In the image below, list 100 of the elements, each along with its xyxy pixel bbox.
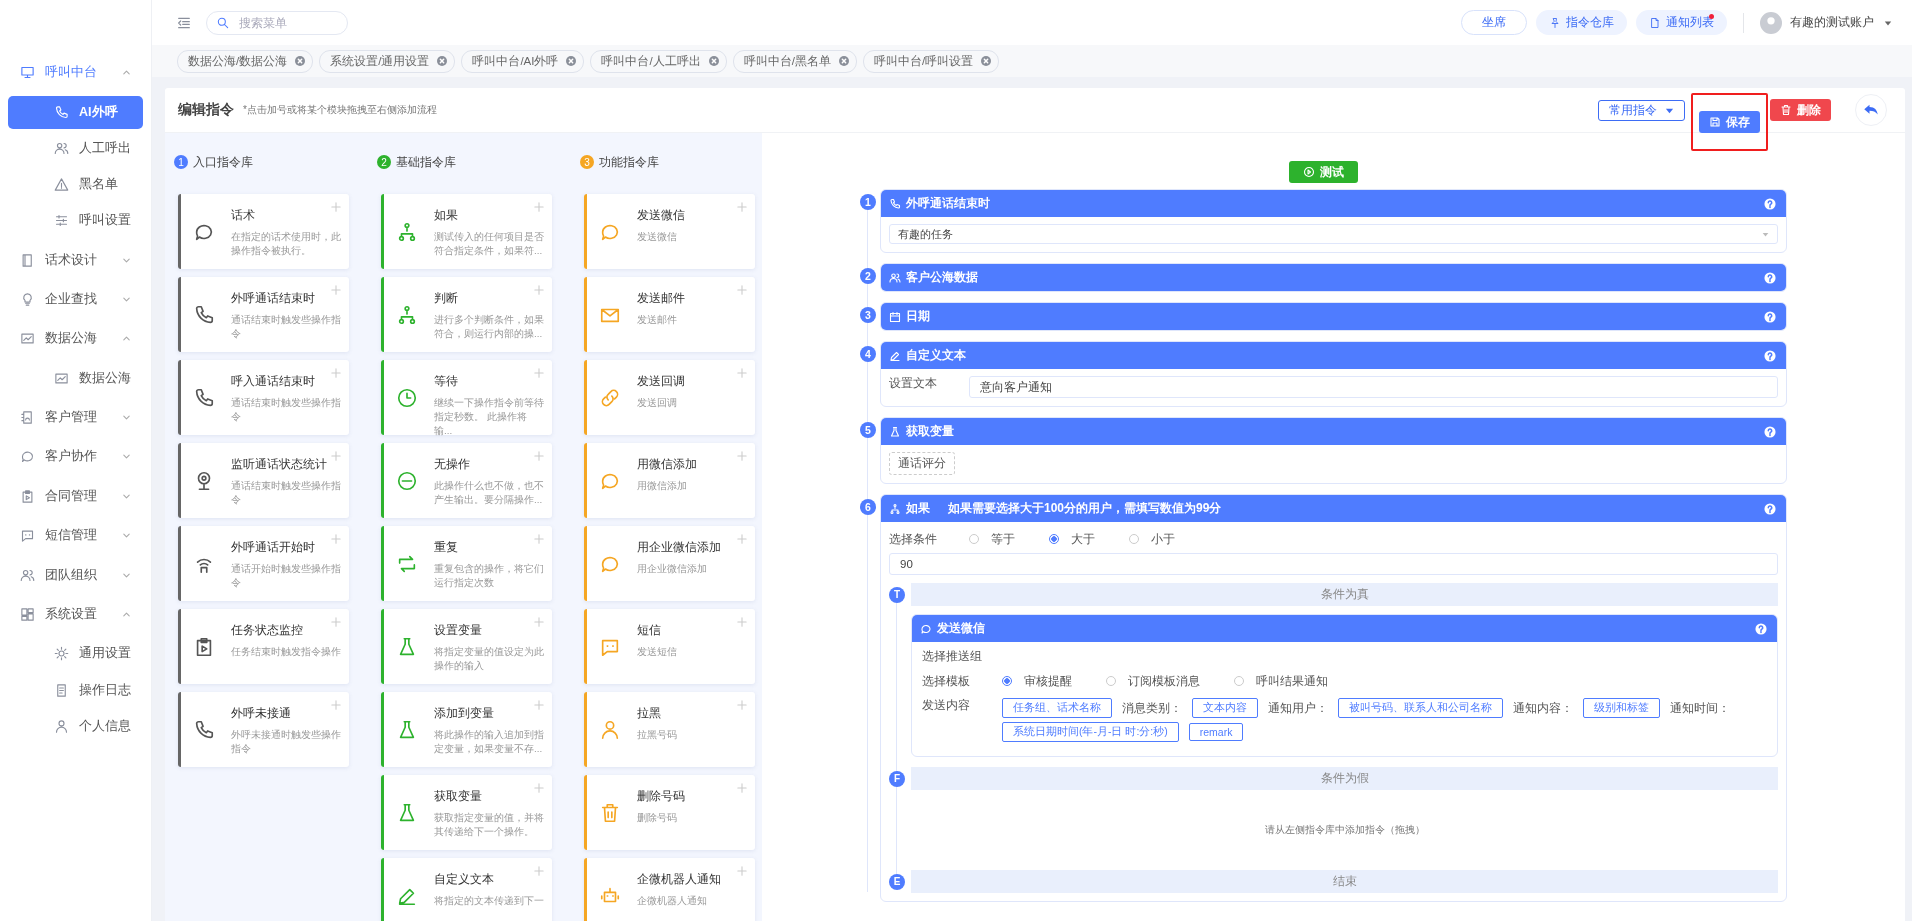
radio-button[interactable] (1002, 676, 1012, 686)
command-card[interactable]: 发送微信 发送微信 (584, 194, 755, 269)
plus-icon[interactable] (534, 368, 544, 378)
plus-icon[interactable] (331, 285, 341, 295)
plus-icon[interactable] (737, 783, 747, 793)
page-tab[interactable]: 数据公海/数据公海 (177, 49, 314, 73)
help-icon[interactable] (1764, 425, 1776, 438)
caret-icon[interactable] (1884, 18, 1892, 27)
command-card[interactable]: 如果 测试传入的任何项目是否符合指定条件，如果符... (381, 194, 552, 269)
help-icon[interactable] (1764, 502, 1776, 515)
plus-icon[interactable] (534, 700, 544, 710)
step-header[interactable]: 获取变量 (881, 418, 1786, 445)
step-header[interactable]: 外呼通话结束时 (881, 190, 1786, 217)
plus-icon[interactable] (534, 285, 544, 295)
header-button[interactable]: 指令仓库 (1536, 10, 1627, 35)
plus-icon[interactable] (331, 451, 341, 461)
help-icon[interactable] (1764, 197, 1776, 210)
plus-icon[interactable] (534, 534, 544, 544)
command-card[interactable]: 无操作 此操作什么也不做，也不产生输出。要分隔操作... (381, 443, 552, 518)
radio-option[interactable]: 小于 (1129, 531, 1175, 547)
plus-icon[interactable] (331, 368, 341, 378)
step-header[interactable]: 日期 (881, 303, 1786, 330)
sidebar-group[interactable]: 客户协作 (0, 437, 151, 477)
sidebar-item[interactable]: 数据公海 (8, 361, 143, 395)
content-tag[interactable]: 文本内容 (1192, 698, 1258, 718)
plus-icon[interactable] (534, 451, 544, 461)
command-card[interactable]: 外呼通话结束时 通话结束时触发些操作指令 (178, 277, 349, 352)
sidebar-item[interactable]: 呼叫设置 (8, 204, 143, 238)
sidebar-group[interactable]: 团队组织 (0, 555, 151, 595)
command-card[interactable]: 企微机器人通知 企微机器人通知 (584, 858, 755, 921)
page-tab[interactable]: 呼叫中台/AI外呼 (461, 49, 585, 73)
content-tag[interactable]: 级别和标签 (1583, 698, 1660, 718)
command-card[interactable]: 发送邮件 发送邮件 (584, 277, 755, 352)
page-tab[interactable]: 呼叫中台/人工呼出 (590, 49, 727, 73)
page-tab[interactable]: 呼叫中台/黑名单 (732, 49, 857, 73)
command-card[interactable]: 设置变量 将指定变量的值设定为此操作的输入 (381, 609, 552, 684)
sidebar-item[interactable]: 操作日志 (8, 673, 143, 707)
sidebar-group[interactable]: 数据公海 (0, 319, 151, 359)
command-card[interactable]: 用微信添加 用微信添加 (584, 443, 755, 518)
close-icon[interactable] (708, 56, 719, 66)
text-input[interactable]: 意向客户通知 (969, 376, 1778, 398)
step-header[interactable]: 发送微信 (912, 615, 1777, 642)
content-tag[interactable]: remark (1188, 723, 1244, 741)
sidebar-group[interactable]: 呼叫中台 (0, 53, 151, 93)
step-header[interactable]: 自定义文本 (881, 342, 1786, 369)
sidebar-item[interactable]: AI外呼 (8, 95, 143, 129)
plus-icon[interactable] (331, 617, 341, 627)
command-card[interactable]: 外呼通话开始时 通话开始时触发些操作指令 (178, 526, 349, 601)
sidebar-group[interactable]: 短信管理 (0, 516, 151, 556)
plus-icon[interactable] (737, 368, 747, 378)
select-field[interactable]: 有趣的任务 (889, 224, 1778, 244)
plus-icon[interactable] (534, 617, 544, 627)
radio-option[interactable]: 审核提醒 (1002, 673, 1072, 689)
search-field[interactable]: 搜索菜单 (206, 10, 348, 35)
radio-button[interactable] (1049, 534, 1059, 544)
close-icon[interactable] (566, 56, 577, 66)
sidebar-item[interactable]: 黑名单 (8, 167, 143, 201)
step-header[interactable]: 客户公海数据 (881, 264, 1786, 291)
command-card[interactable]: 添加到变量 将此操作的输入追加到指定变量，如果变量不存... (381, 692, 552, 767)
radio-option[interactable]: 呼叫结果通知 (1234, 673, 1328, 689)
sidebar-group[interactable]: 话术设计 (0, 240, 151, 280)
plus-icon[interactable] (737, 202, 747, 212)
close-icon[interactable] (838, 56, 849, 66)
content-tag[interactable]: 被叫号码、联系人和公司名称 (1338, 698, 1503, 718)
plus-icon[interactable] (331, 700, 341, 710)
sidebar-item[interactable]: 通用设置 (8, 637, 143, 671)
plus-icon[interactable] (737, 534, 747, 544)
close-icon[interactable] (295, 56, 306, 66)
save-button[interactable]: 保存 (1699, 111, 1760, 133)
sidebar-group[interactable]: 合同管理 (0, 476, 151, 517)
command-card[interactable]: 短信 发送短信 (584, 609, 755, 684)
command-card[interactable]: 拉黑 拉黑号码 (584, 692, 755, 767)
variable-tag[interactable]: 通话评分 (889, 452, 955, 475)
command-card[interactable]: 用企业微信添加 用企业微信添加 (584, 526, 755, 601)
page-tab[interactable]: 呼叫中台/呼叫设置 (862, 49, 1000, 73)
radio-option[interactable]: 大于 (1049, 531, 1095, 547)
help-icon[interactable] (1755, 622, 1767, 635)
sidebar-group[interactable]: 系统设置 (0, 594, 151, 635)
command-card[interactable]: 话术 在指定的话术使用时，此操作指令被执行。 (178, 194, 349, 269)
sidebar-group[interactable]: 客户管理 (0, 397, 151, 438)
plus-icon[interactable] (534, 866, 544, 876)
step-header[interactable]: 如果 如果需要选择大于100分的用户，需填写数值为99分 (881, 495, 1786, 522)
help-icon[interactable] (1764, 271, 1776, 284)
plus-icon[interactable] (737, 866, 747, 876)
common-commands-dropdown[interactable]: 常用指令 (1598, 99, 1685, 121)
avatar-icon[interactable] (1760, 11, 1782, 34)
header-button[interactable]: 坐席 (1461, 10, 1527, 35)
delete-button[interactable]: 删除 (1770, 99, 1831, 121)
value-input[interactable]: 90 (889, 553, 1778, 575)
header-button[interactable]: 通知列表 (1636, 10, 1727, 35)
plus-icon[interactable] (331, 534, 341, 544)
account-name[interactable]: 有趣的测试账户 (1790, 14, 1874, 31)
radio-option[interactable]: 订阅模板消息 (1106, 673, 1200, 689)
help-icon[interactable] (1764, 349, 1776, 362)
content-tag[interactable]: 任务组、话术名称 (1002, 698, 1112, 718)
sidebar-item[interactable]: 人工呼出 (8, 131, 143, 165)
page-tab[interactable]: 系统设置/通用设置 (319, 49, 456, 73)
content-tag[interactable]: 系统日期时间(年-月-日 时:分:秒) (1002, 722, 1179, 742)
command-card[interactable]: 发送回调 发送回调 (584, 360, 755, 435)
plus-icon[interactable] (737, 617, 747, 627)
